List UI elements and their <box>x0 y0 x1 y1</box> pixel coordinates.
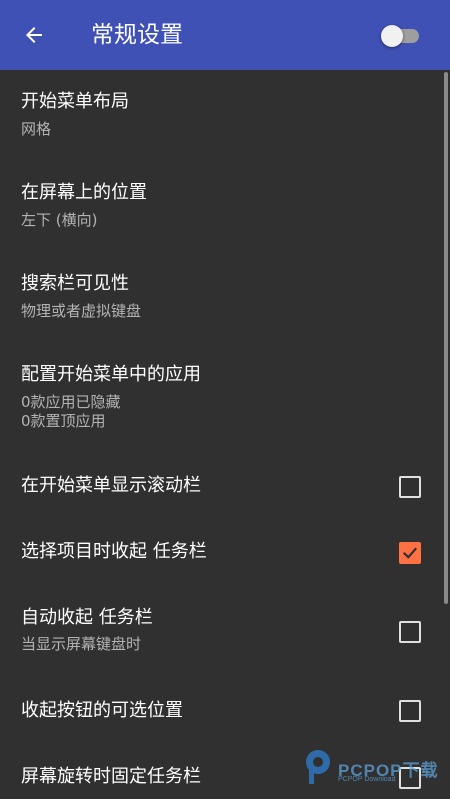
back-button[interactable] <box>10 11 58 59</box>
master-toggle[interactable] <box>381 25 421 47</box>
setting-title: 配置开始菜单中的应用 <box>21 364 201 385</box>
setting-title: 收起按钮的可选位置 <box>21 700 183 721</box>
setting-title: 在屏幕上的位置 <box>21 182 147 203</box>
show-scrollbar-checkbox[interactable] <box>399 476 421 498</box>
setting-subtitle: 当显示屏幕键盘时 <box>21 635 142 653</box>
collapse-on-select-checkbox[interactable] <box>399 542 421 564</box>
setting-search-bar-visibility[interactable]: 搜索栏可见性 物理或者虚拟键盘 <box>0 252 440 343</box>
collapse-button-position-checkbox[interactable] <box>399 700 421 722</box>
general-settings-screen: 常规设置 开始菜单布局 网格 在屏幕上的位置 左下 (横向) 搜索栏可见性 物理… <box>0 0 450 799</box>
check-icon <box>402 547 418 559</box>
setting-subtitle: 物理或者虚拟键盘 <box>21 302 142 320</box>
page-title: 常规设置 <box>91 22 183 48</box>
watermark-subtext: PCPOP Download <box>338 776 396 783</box>
setting-title: 开始菜单布局 <box>21 91 129 112</box>
setting-start-menu-layout[interactable]: 开始菜单布局 网格 <box>0 70 440 161</box>
auto-collapse-checkbox[interactable] <box>399 621 421 643</box>
setting-subtitle: 网格 <box>21 120 52 138</box>
setting-collapse-on-select[interactable]: 选择项目时收起 任务栏 <box>0 519 440 585</box>
setting-screen-position[interactable]: 在屏幕上的位置 左下 (横向) <box>0 161 440 252</box>
setting-title: 在开始菜单显示滚动栏 <box>21 475 201 496</box>
pcpop-logo <box>306 750 330 784</box>
setting-subtitle: 左下 (横向) <box>21 211 98 229</box>
app-toolbar: 常规设置 <box>0 0 450 70</box>
setting-title: 选择项目时收起 任务栏 <box>21 541 207 562</box>
arrow-back-icon <box>26 27 42 43</box>
setting-subtitle: 0款应用已隐藏 <box>21 393 121 411</box>
setting-show-scrollbar[interactable]: 在开始菜单显示滚动栏 <box>0 453 440 519</box>
settings-list: 开始菜单布局 网格 在屏幕上的位置 左下 (横向) 搜索栏可见性 物理或者虚拟键… <box>0 70 450 799</box>
setting-title: 屏幕旋转时固定任务栏 <box>21 766 201 787</box>
toggle-thumb <box>381 25 403 47</box>
setting-title: 自动收起 任务栏 <box>21 607 153 628</box>
setting-configure-start-menu-apps[interactable]: 配置开始菜单中的应用 0款应用已隐藏 0款置顶应用 <box>0 343 440 453</box>
setting-title: 搜索栏可见性 <box>21 273 129 294</box>
watermark: PCPOP下载 PCPOP Download <box>302 748 448 788</box>
setting-collapse-button-position[interactable]: 收起按钮的可选位置 <box>0 675 440 741</box>
scrollbar[interactable] <box>444 72 448 604</box>
setting-subtitle-secondary: 0款置顶应用 <box>21 412 106 430</box>
setting-auto-collapse[interactable]: 自动收起 任务栏 当显示屏幕键盘时 <box>0 585 440 675</box>
